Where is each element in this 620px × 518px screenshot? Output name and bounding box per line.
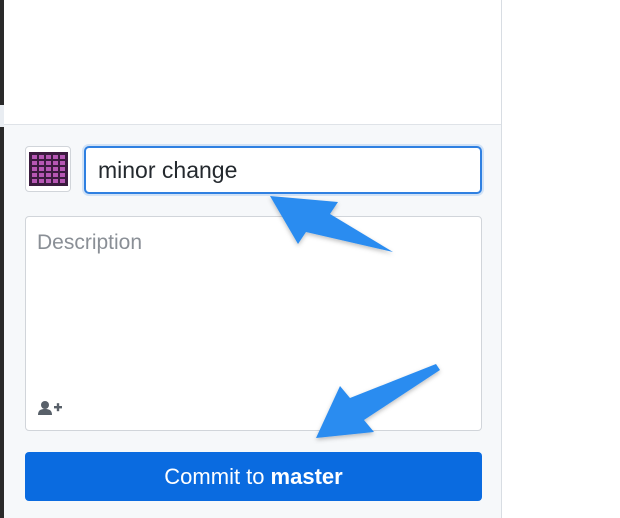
- commit-message-panel: Commit to master: [4, 125, 501, 518]
- commit-button-branch: master: [270, 463, 343, 489]
- changed-files-list[interactable]: [4, 0, 501, 125]
- commit-description-input[interactable]: [26, 217, 481, 393]
- user-avatar[interactable]: [25, 146, 71, 192]
- identicon-avatar-icon: [28, 152, 68, 186]
- app-window: Commit to master: [0, 0, 620, 518]
- commit-button-prefix: Commit to: [164, 463, 265, 489]
- commit-description-box: [25, 216, 482, 431]
- add-coauthor-button[interactable]: [36, 397, 64, 419]
- changes-sidebar: Commit to master: [4, 0, 502, 518]
- commit-summary-input[interactable]: [84, 146, 482, 194]
- commit-button[interactable]: Commit to master: [25, 452, 482, 501]
- add-coauthor-icon: [38, 401, 62, 415]
